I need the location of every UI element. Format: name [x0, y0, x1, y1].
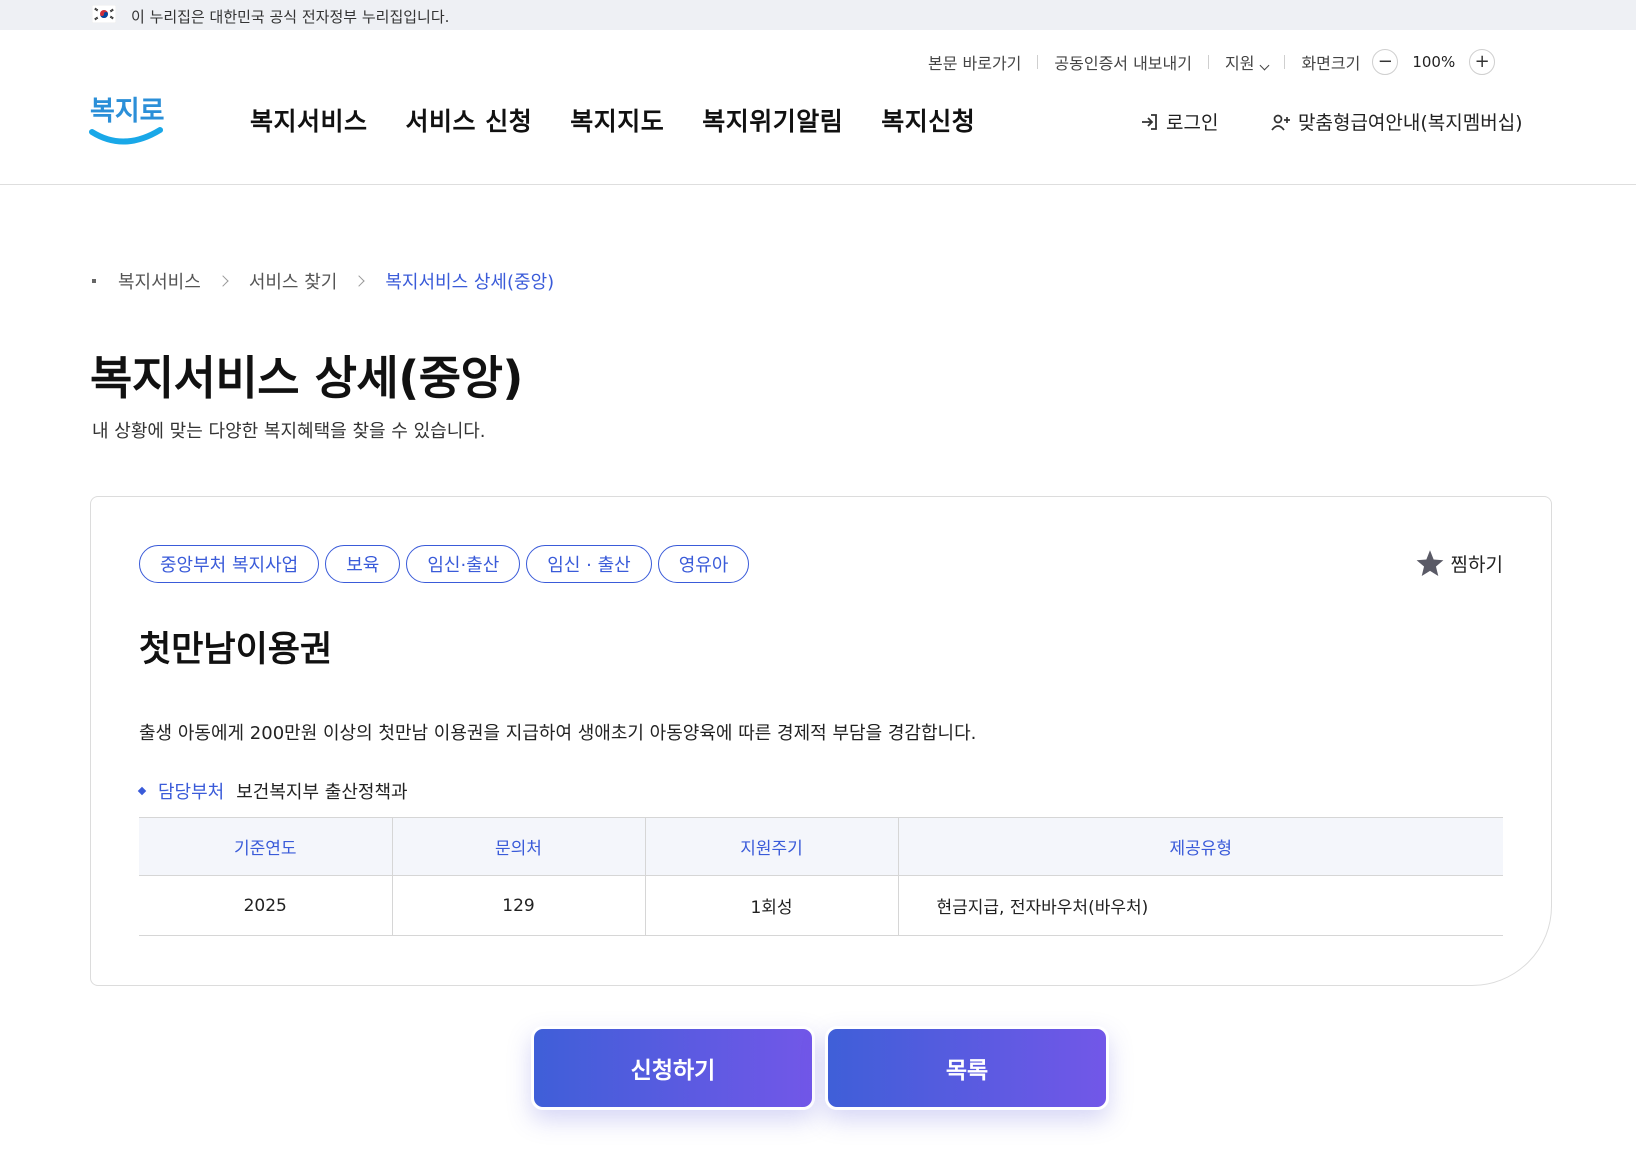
- zoom-level: 100%: [1412, 53, 1456, 71]
- logo-text: 복지로: [90, 96, 164, 127]
- main-nav: 복지서비스 서비스 신청 복지지도 복지위기알림 복지신청: [250, 102, 1012, 138]
- column-header: 제공유형: [898, 817, 1503, 876]
- bokjiro-logo-icon: 복지로: [89, 96, 165, 145]
- table-row: 2025 129 1회성 현금지급, 전자바우처(바우처): [139, 875, 1503, 936]
- add-user-icon: [1271, 114, 1290, 131]
- divider: [1037, 55, 1039, 69]
- tag[interactable]: 임신·출산: [406, 545, 521, 583]
- zoom-in-button[interactable]: +: [1469, 49, 1496, 75]
- department-row: 담당부처 보건복지부 출산정책과: [137, 778, 408, 804]
- gov-banner: 이 누리집은 대한민국 공식 전자정부 누리집입니다.: [0, 0, 1636, 30]
- support-label: 지원: [1224, 54, 1255, 73]
- support-dropdown[interactable]: 지원: [1224, 50, 1270, 74]
- home-bullet-icon: [92, 279, 96, 283]
- divider: [1207, 55, 1209, 69]
- login-icon: [1142, 113, 1157, 130]
- utility-bar: 본문 바로가기 공동인증서 내보내기 지원 화면크기 − 100% +: [928, 49, 1496, 75]
- service-description: 출생 아동에게 200만원 이상의 첫만남 이용권을 지급하여 생애초기 아동양…: [139, 723, 977, 744]
- diamond-bullet-icon: [137, 786, 147, 796]
- breadcrumb-item[interactable]: 서비스 찾기: [249, 268, 338, 294]
- korea-flag-icon: [92, 5, 116, 23]
- department-label: 담당부처: [158, 782, 225, 803]
- column-header: 기준연도: [139, 817, 393, 876]
- table-cell-type: 현금지급, 전자바우처(바우처): [898, 875, 1503, 936]
- page-title: 복지서비스 상세(중앙): [90, 351, 523, 405]
- table-header-row: 기준연도 문의처 지원주기 제공유형: [139, 817, 1503, 876]
- header-divider: [0, 184, 1636, 185]
- skip-to-content-link[interactable]: 본문 바로가기: [928, 50, 1021, 74]
- zoom-out-button[interactable]: −: [1372, 49, 1399, 75]
- tag[interactable]: 중앙부처 복지사업: [139, 545, 320, 583]
- nav-item-crisis-alert[interactable]: 복지위기알림: [702, 102, 843, 138]
- chevron-right-icon: [353, 275, 366, 287]
- list-button[interactable]: 목록: [825, 1026, 1109, 1110]
- site-logo[interactable]: 복지로: [88, 86, 165, 152]
- tag-list: 중앙부처 복지사업 보육 임신·출산 임신 · 출산 영유아: [139, 545, 755, 583]
- tag[interactable]: 영유아: [657, 545, 750, 583]
- favorite-button[interactable]: 찜하기: [1415, 549, 1503, 577]
- breadcrumb: 복지서비스 서비스 찾기 복지서비스 상세(중앙): [92, 268, 554, 294]
- apply-button[interactable]: 신청하기: [531, 1026, 815, 1110]
- nav-item-welfare-service[interactable]: 복지서비스: [250, 102, 368, 138]
- service-card: 중앙부처 복지사업 보육 임신·출산 임신 · 출산 영유아 찜하기 첫만남이용…: [90, 496, 1552, 986]
- breadcrumb-current: 복지서비스 상세(중앙): [385, 272, 555, 293]
- gov-banner-text: 이 누리집은 대한민국 공식 전자정부 누리집입니다.: [131, 8, 450, 26]
- chevron-down-icon: [1259, 60, 1270, 71]
- cert-export-link[interactable]: 공동인증서 내보내기: [1054, 50, 1192, 74]
- column-header: 지원주기: [645, 817, 899, 876]
- page-description: 내 상황에 맞는 다양한 복지혜택을 찾을 수 있습니다.: [92, 421, 486, 442]
- service-title: 첫만남이용권: [139, 630, 333, 670]
- department-value: 보건복지부 출산정책과: [236, 782, 408, 803]
- nav-item-welfare-apply[interactable]: 복지신청: [881, 102, 975, 138]
- favorite-label: 찜하기: [1450, 553, 1503, 576]
- breadcrumb-item[interactable]: 복지서비스: [118, 268, 201, 294]
- tag[interactable]: 임신 · 출산: [526, 545, 652, 583]
- membership-label: 맞춤형급여안내(복지멤버십): [1298, 112, 1523, 134]
- service-info-table: 기준연도 문의처 지원주기 제공유형 2025 129 1회성 현금지급, 전자…: [139, 817, 1503, 936]
- chevron-right-icon: [217, 275, 229, 287]
- table-cell-contact: 129: [392, 875, 646, 936]
- tag[interactable]: 보육: [325, 545, 401, 583]
- login-button[interactable]: 로그인: [1140, 108, 1218, 135]
- column-header: 문의처: [392, 817, 646, 876]
- divider: [1284, 55, 1286, 69]
- membership-button[interactable]: 맞춤형급여안내(복지멤버십): [1270, 108, 1523, 135]
- table-cell-cycle: 1회성: [645, 875, 899, 936]
- login-label: 로그인: [1166, 112, 1219, 134]
- nav-item-service-apply[interactable]: 서비스 신청: [406, 102, 533, 138]
- star-icon: [1416, 550, 1443, 577]
- nav-item-welfare-map[interactable]: 복지지도: [570, 102, 664, 138]
- screen-size-label: 화면크기: [1301, 54, 1361, 73]
- table-cell-year: 2025: [139, 875, 393, 936]
